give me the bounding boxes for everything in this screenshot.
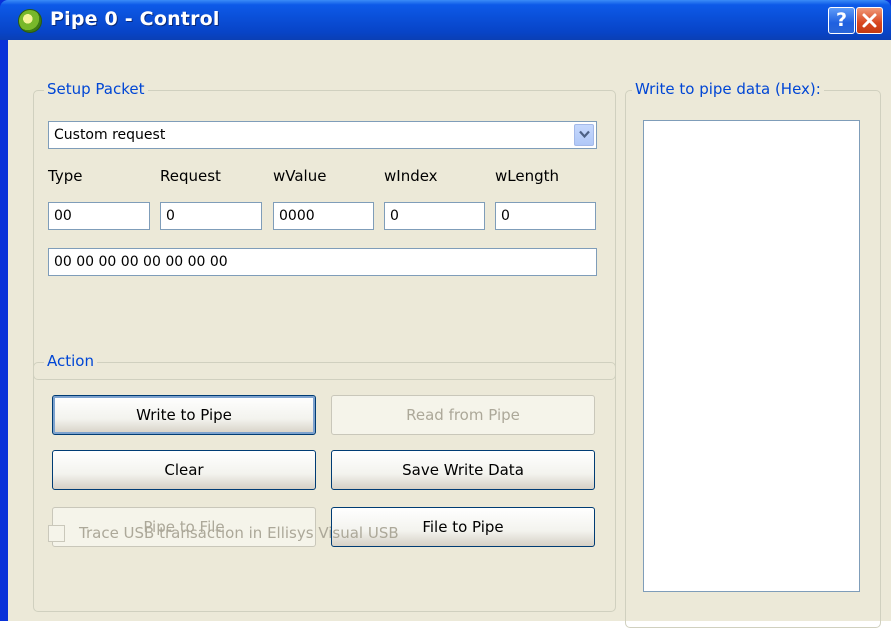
raw-bytes-input[interactable]: 00 00 00 00 00 00 00 00 [48,248,597,276]
type-input[interactable]: 00 [48,202,150,230]
clear-button[interactable]: Clear [52,450,316,490]
close-button[interactable] [856,7,883,34]
window-title: Pipe 0 - Control [50,8,220,30]
write-data-legend: Write to pipe data (Hex): [632,80,824,98]
write-data-textarea[interactable] [643,120,860,592]
request-input[interactable]: 0 [160,202,262,230]
request-dropdown[interactable]: Custom request [48,121,597,149]
write-to-pipe-button[interactable]: Write to Pipe [52,395,316,435]
trace-checkbox[interactable] [48,525,65,542]
wvalue-label: wValue [273,167,327,185]
setup-packet-legend: Setup Packet [44,80,148,98]
windex-input[interactable]: 0 [384,202,485,230]
action-legend: Action [44,352,97,370]
chevron-down-icon[interactable] [574,124,594,146]
wlength-label: wLength [495,167,560,185]
close-icon [862,13,877,28]
trace-checkbox-label: Trace USB transaction in Ellisys Visual … [79,524,399,542]
help-button[interactable]: ? [828,7,855,34]
request-dropdown-value: Custom request [54,127,166,143]
app-icon [18,9,42,33]
type-label: Type [48,167,83,185]
read-from-pipe-button[interactable]: Read from Pipe [331,395,595,435]
dialog-window: Pipe 0 - Control ? Setup Packet Custom r… [0,0,891,628]
save-write-data-button[interactable]: Save Write Data [331,450,595,490]
title-bar[interactable]: Pipe 0 - Control ? [0,0,891,40]
request-label: Request [160,167,221,185]
wvalue-input[interactable]: 0000 [273,202,374,230]
wlength-input[interactable]: 0 [495,202,596,230]
windex-label: wIndex [384,167,438,185]
